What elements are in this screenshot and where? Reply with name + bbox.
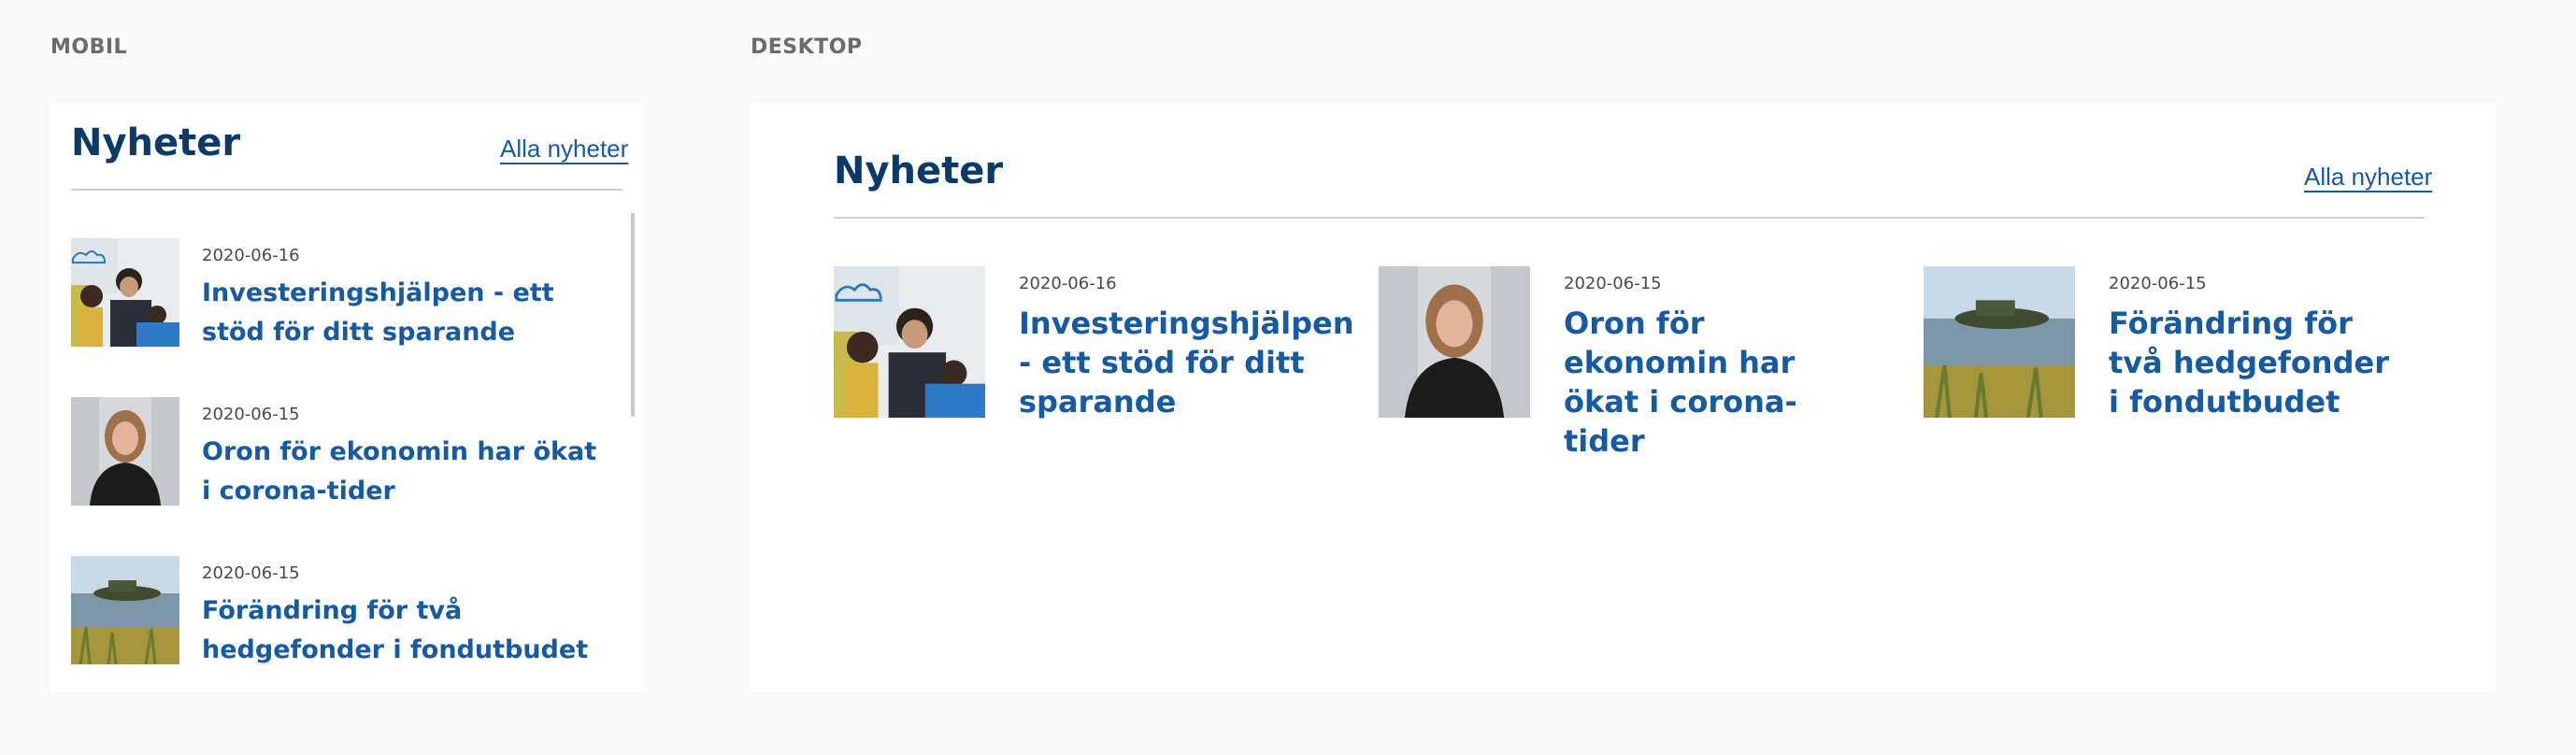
news-date: 2020-06-16 (202, 246, 300, 265)
header-divider (834, 217, 2425, 219)
news-headline-link[interactable]: Investeringshjälpen - ett stöd för ditt … (1019, 304, 1353, 421)
news-item[interactable]: 2020-06-15 Oron för ekonomin har ökat i … (71, 397, 613, 509)
news-headline-link[interactable]: Oron för ekonomin har ökat i corona-tide… (1564, 304, 1863, 461)
news-item[interactable]: 2020-06-16 Investeringshjälpen - ett stö… (834, 266, 1353, 425)
news-item[interactable]: 2020-06-16 Investeringshjälpen - ett stö… (71, 238, 613, 350)
news-item[interactable]: 2020-06-15 Förändring för två hedgefonde… (71, 556, 613, 668)
news-date: 2020-06-16 (1019, 274, 1117, 293)
mobile-section-label: MOBIL (50, 36, 128, 59)
family-photo (71, 238, 179, 347)
news-headline-link[interactable]: Förändring för två hedgefonder i fondutb… (202, 591, 613, 670)
news-headline-link[interactable]: Investeringshjälpen - ett stöd för ditt … (202, 274, 613, 352)
woman-portrait-photo (71, 397, 179, 506)
news-headline-link[interactable]: Förändring för två hedgefonder i fondutb… (2109, 304, 2408, 421)
news-heading: Nyheter (71, 121, 241, 164)
family-photo (834, 266, 985, 418)
news-date: 2020-06-15 (1564, 274, 1662, 293)
desktop-news-panel: Nyheter Alla nyheter 2020-06-16 Invester… (751, 103, 2496, 691)
news-date: 2020-06-15 (202, 405, 300, 424)
news-date: 2020-06-15 (2109, 274, 2207, 293)
desktop-section-label: DESKTOP (751, 36, 863, 59)
all-news-link[interactable]: Alla nyheter (500, 135, 628, 164)
scrollbar[interactable] (631, 213, 635, 417)
news-date: 2020-06-15 (202, 563, 300, 583)
lake-landscape-photo (71, 556, 179, 664)
news-item[interactable]: 2020-06-15 Oron för ekonomin har ökat i … (1379, 266, 1865, 459)
all-news-link[interactable]: Alla nyheter (2304, 163, 2432, 192)
header-divider (71, 189, 623, 191)
woman-portrait-photo (1379, 266, 1530, 418)
news-headline-link[interactable]: Oron för ekonomin har ökat i corona-tide… (202, 433, 613, 511)
news-item[interactable]: 2020-06-15 Förändring för två hedgefonde… (1924, 266, 2410, 425)
lake-landscape-photo (1924, 266, 2075, 418)
news-heading: Nyheter (834, 150, 1004, 192)
mobile-news-panel: Nyheter Alla nyheter 2020-06-16 Invester… (50, 103, 643, 691)
